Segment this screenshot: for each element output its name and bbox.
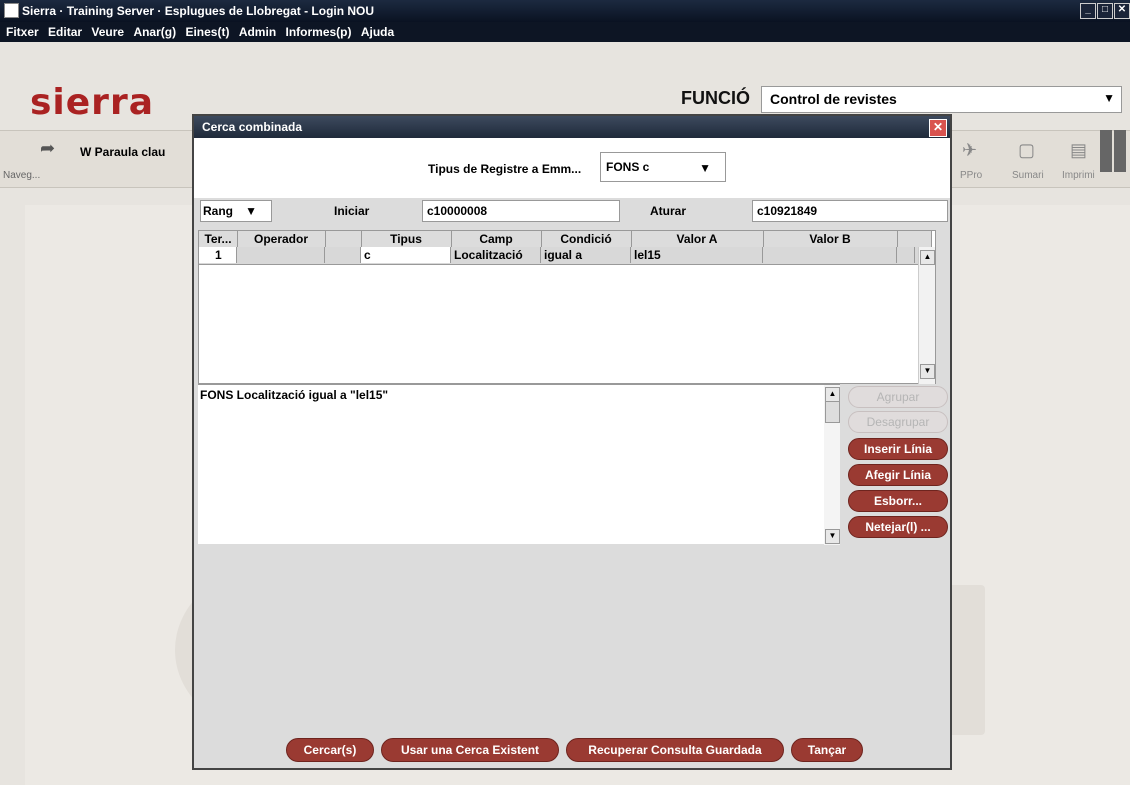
scroll-up-icon[interactable]: ▲	[920, 250, 935, 265]
chevron-down-icon: ▼	[1103, 91, 1115, 105]
range-value: Rang	[203, 204, 233, 218]
menu-admin[interactable]: Admin	[239, 25, 276, 39]
clear-button[interactable]: Netejar(l) ...	[848, 516, 948, 538]
add-line-button[interactable]: Afegir Línia	[848, 464, 948, 486]
dialog-bottom-panel	[194, 546, 950, 768]
minimize-icon[interactable]: _	[1080, 3, 1096, 19]
record-type-select[interactable]: FONS c ▼	[600, 152, 726, 182]
menu-eines[interactable]: Eines(t)	[185, 25, 229, 39]
recover-saved-query-button[interactable]: Recuperar Consulta Guardada	[566, 738, 784, 762]
funcio-label: FUNCIÓ	[681, 88, 750, 108]
dialog-title: Cerca combinada	[202, 120, 303, 134]
menu-anar[interactable]: Anar(g)	[133, 25, 176, 39]
col-valor-a[interactable]: Valor A	[631, 231, 764, 247]
scroll-down-icon[interactable]: ▼	[825, 529, 840, 544]
sumari-label: Sumari	[1012, 170, 1044, 181]
back-arrow-icon[interactable]: ➦	[40, 138, 55, 159]
menu-veure[interactable]: Veure	[91, 25, 124, 39]
window-title: Sierra · Training Server · Esplugues de …	[22, 4, 375, 18]
close-icon[interactable]: ✕	[929, 119, 947, 137]
close-button[interactable]: Tançar	[791, 738, 863, 762]
cell-end[interactable]	[897, 247, 915, 263]
col-end[interactable]	[897, 231, 932, 247]
funcio-select[interactable]: Control de revistes ▼	[761, 86, 1122, 113]
insert-line-button[interactable]: Inserir Línia	[848, 438, 948, 460]
col-blank[interactable]	[325, 231, 362, 247]
sumari-icon[interactable]: ▢	[1018, 140, 1035, 161]
col-valor-b[interactable]: Valor B	[763, 231, 898, 247]
ppro-icon[interactable]: ✈	[962, 140, 977, 161]
app-icon	[4, 3, 19, 18]
close-window-icon[interactable]: ✕	[1114, 3, 1130, 19]
scroll-down-icon[interactable]: ▼	[920, 364, 935, 379]
menu-ajuda[interactable]: Ajuda	[361, 25, 394, 39]
query-scrollbar[interactable]: ▲ ▼	[824, 385, 840, 545]
col-camp[interactable]: Camp	[451, 231, 542, 247]
record-type-label: Tipus de Registre a Emm...	[428, 162, 582, 176]
col-tipus[interactable]: Tipus	[361, 231, 452, 247]
ppro-label: PPro	[960, 170, 983, 181]
use-existing-search-button[interactable]: Usar una Cerca Existent	[381, 738, 559, 762]
cell-valor-b[interactable]	[763, 247, 897, 263]
iniciar-input[interactable]: c10000008	[422, 200, 620, 222]
chevron-down-icon: ▼	[245, 204, 257, 218]
col-ter[interactable]: Ter...	[199, 231, 238, 247]
window-title-bar: Sierra · Training Server · Esplugues de …	[0, 0, 1130, 22]
delete-button[interactable]: Esborr...	[848, 490, 948, 512]
menu-editar[interactable]: Editar	[48, 25, 82, 39]
range-select[interactable]: Rang ▼	[200, 200, 272, 222]
cell-valor-a[interactable]: lel15	[631, 247, 763, 263]
print-icon[interactable]: ▤	[1070, 140, 1087, 161]
search-button[interactable]: Cercar(s)	[286, 738, 374, 762]
aturar-input[interactable]: c10921849	[752, 200, 948, 222]
criteria-grid: Ter... Operador Tipus Camp Condició Valo…	[198, 230, 936, 384]
scroll-left-icon[interactable]	[1100, 130, 1112, 172]
print-label: Imprimi	[1062, 170, 1095, 181]
scroll-right-icon[interactable]	[1114, 130, 1126, 172]
scroll-up-icon[interactable]: ▲	[825, 387, 840, 402]
agrupar-button[interactable]: Agrupar	[848, 386, 948, 408]
cell-camp[interactable]: Localització	[451, 247, 541, 263]
iniciar-label: Iniciar	[334, 204, 370, 218]
grid-scrollbar[interactable]: ▲ ▼	[918, 247, 935, 384]
cell-operador[interactable]	[237, 247, 325, 263]
cell-tipus[interactable]: c	[361, 247, 451, 263]
cell-ter[interactable]: 1	[199, 247, 237, 263]
query-text: FONS Localització igual a "lel15"	[200, 388, 389, 402]
grid-header: Ter... Operador Tipus Camp Condició Valo…	[199, 231, 932, 248]
menu-informes[interactable]: Informes(p)	[286, 25, 352, 39]
cell-condicio[interactable]: igual a	[541, 247, 631, 263]
maximize-icon[interactable]: □	[1097, 3, 1113, 19]
record-type-value: FONS c	[606, 160, 650, 174]
menu-fitxer[interactable]: Fitxer	[6, 25, 39, 39]
chevron-down-icon: ▼	[699, 161, 711, 175]
desagrupar-button[interactable]: Desagrupar	[848, 411, 948, 433]
dialog-title-bar: Cerca combinada ✕	[194, 116, 950, 138]
query-text-area[interactable]: FONS Localització igual a "lel15" ▲ ▼	[198, 384, 840, 545]
keyword-search-label[interactable]: W Paraula clau	[80, 145, 165, 159]
table-row[interactable]: 1 c Localització igual a lel15	[199, 247, 931, 265]
menu-bar: Fitxer Editar Veure Anar(g) Eines(t) Adm…	[0, 22, 1130, 42]
scroll-thumb[interactable]	[825, 401, 840, 423]
sierra-logo: sierra	[30, 82, 154, 123]
combined-search-dialog: Cerca combinada ✕ Tipus de Registre a Em…	[192, 114, 952, 770]
naveg-label: Naveg...	[3, 170, 41, 181]
aturar-label: Aturar	[650, 204, 687, 218]
cell-blank[interactable]	[325, 247, 361, 263]
funcio-value: Control de revistes	[770, 91, 897, 107]
col-operador[interactable]: Operador	[237, 231, 326, 247]
col-condicio[interactable]: Condició	[541, 231, 632, 247]
